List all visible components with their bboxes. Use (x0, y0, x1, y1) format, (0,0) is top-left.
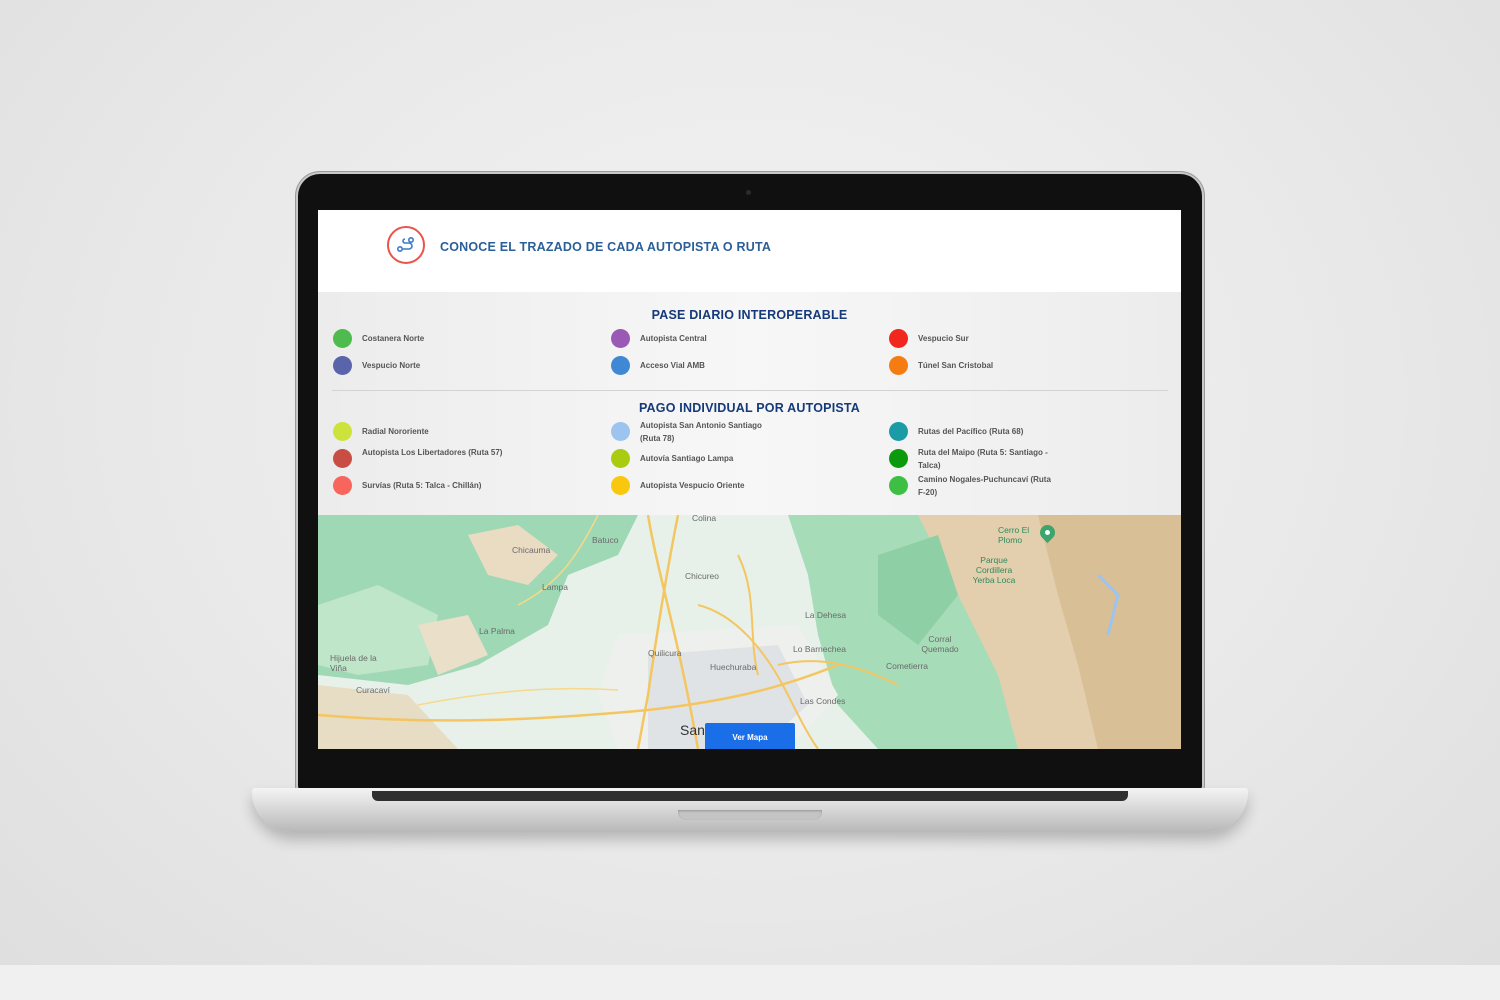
legend-item[interactable]: Costanera Norte (333, 329, 523, 348)
map-label: Huechuraba (710, 662, 757, 672)
route-icon (387, 226, 425, 264)
map-label: Cerro El Plomo (998, 525, 1030, 545)
legend-item-label: Survías (Ruta 5: Talca - Chillán) (362, 481, 482, 490)
section-divider (332, 390, 1168, 391)
legend-item[interactable]: Rutas del Pacífico (Ruta 68) (889, 422, 1079, 441)
map-label: Corral Quemado (921, 634, 959, 654)
legend-item-label: Rutas del Pacífico (Ruta 68) (918, 427, 1024, 436)
map-label: Lo Barnechea (793, 644, 846, 654)
legend-item-label: Costanera Norte (362, 334, 425, 343)
color-dot (333, 329, 352, 348)
legend-item-label: Túnel San Cristobal (918, 361, 994, 370)
legend-item[interactable]: Ruta del Maipo (Ruta 5: Santiago - Talca… (889, 443, 1079, 472)
color-dot (333, 449, 352, 468)
legend-item-label: Autovía Santiago Lampa (640, 454, 734, 463)
color-dot (611, 449, 630, 468)
map-label: Chicureo (685, 571, 720, 581)
legend-item-label: Ruta del Maipo (Ruta 5: Santiago - Talca… (918, 448, 1048, 470)
legend-item[interactable]: Autopista Vespucio Oriente (611, 476, 801, 495)
map-label: Hijuela de la Viña (330, 653, 377, 673)
color-dot (889, 449, 908, 468)
legend-item[interactable]: Camino Nogales-Puchuncaví (Ruta F-20) (889, 470, 1079, 499)
map-preview[interactable]: Colina Batuco Chicauma Chicureo Lampa La… (318, 513, 1181, 749)
floor-background (0, 965, 1500, 1000)
legend-item-label: Autopista Los Libertadores (Ruta 57) (362, 448, 503, 457)
color-dot (611, 329, 630, 348)
map-label: Parque Cordillera Yerba Loca (972, 555, 1016, 585)
ver-mapa-button[interactable]: Ver Mapa (705, 723, 795, 749)
legend-item[interactable]: Vespucio Sur (889, 329, 1079, 348)
pago-individual-title: PAGO INDIVIDUAL POR AUTOPISTA (638, 401, 861, 415)
color-dot (611, 476, 630, 495)
page-title: CONOCE EL TRAZADO DE CADA AUTOPISTA O RU… (440, 240, 772, 254)
map-label: La Dehesa (805, 610, 847, 620)
legend-item-label: Radial Nororiente (362, 427, 429, 436)
legend-item[interactable]: Autopista Central (611, 329, 801, 348)
map-label: Curacaví (356, 685, 391, 695)
camera-icon (746, 190, 751, 195)
legend-item[interactable]: Autovía Santiago Lampa (611, 449, 801, 468)
map-label: Cometierra (886, 661, 929, 671)
pase-diario-title: PASE DIARIO INTEROPERABLE (651, 308, 848, 322)
legend-item[interactable]: Radial Nororiente (333, 422, 523, 441)
legend-item[interactable]: Autopista Los Libertadores (Ruta 57) (333, 443, 523, 468)
color-dot (889, 422, 908, 441)
legend-item-label: Camino Nogales-Puchuncaví (Ruta F-20) (918, 475, 1051, 497)
laptop-screen: CONOCE EL TRAZADO DE CADA AUTOPISTA O RU… (318, 210, 1181, 749)
color-dot (611, 422, 630, 441)
map-label: Chicauma (512, 545, 551, 555)
legend-item-label: Autopista Central (640, 334, 707, 343)
legend-item[interactable]: Acceso Vial AMB (611, 356, 801, 375)
page-header: CONOCE EL TRAZADO DE CADA AUTOPISTA O RU… (318, 210, 1181, 292)
legend-item-label: Autopista San Antonio Santiago (Ruta 78) (640, 421, 762, 443)
color-dot (889, 356, 908, 375)
map-label: Colina (692, 513, 717, 523)
legend-item[interactable]: Autopista San Antonio Santiago (Ruta 78) (611, 416, 801, 445)
map-terrain (318, 515, 1181, 749)
color-dot (611, 356, 630, 375)
legend-item[interactable]: Survías (Ruta 5: Talca - Chillán) (333, 476, 523, 495)
color-dot (333, 422, 352, 441)
map-label: Las Condes (800, 696, 846, 706)
keyboard-edge (372, 791, 1128, 801)
laptop-base (252, 788, 1248, 832)
color-dot (889, 476, 908, 495)
map-label: Quilicura (648, 648, 682, 658)
map-label: La Palma (479, 626, 515, 636)
map-label: Lampa (542, 582, 568, 592)
legend-item-label: Vespucio Norte (362, 361, 421, 370)
color-dot (333, 476, 352, 495)
color-dot (889, 329, 908, 348)
legend-item-label: Vespucio Sur (918, 334, 969, 343)
color-dot (333, 356, 352, 375)
laptop-lid: CONOCE EL TRAZADO DE CADA AUTOPISTA O RU… (298, 174, 1202, 790)
legend-item-label: Autopista Vespucio Oriente (640, 481, 745, 490)
legend-item[interactable]: Vespucio Norte (333, 356, 523, 375)
legend-item[interactable]: Túnel San Cristobal (889, 356, 1079, 375)
lid-notch (678, 810, 822, 820)
legend-item-label: Acceso Vial AMB (640, 361, 705, 370)
map-label: San (680, 722, 705, 738)
map-label: Batuco (592, 535, 619, 545)
route-legend: PASE DIARIO INTEROPERABLE Costanera Nort… (318, 292, 1181, 515)
